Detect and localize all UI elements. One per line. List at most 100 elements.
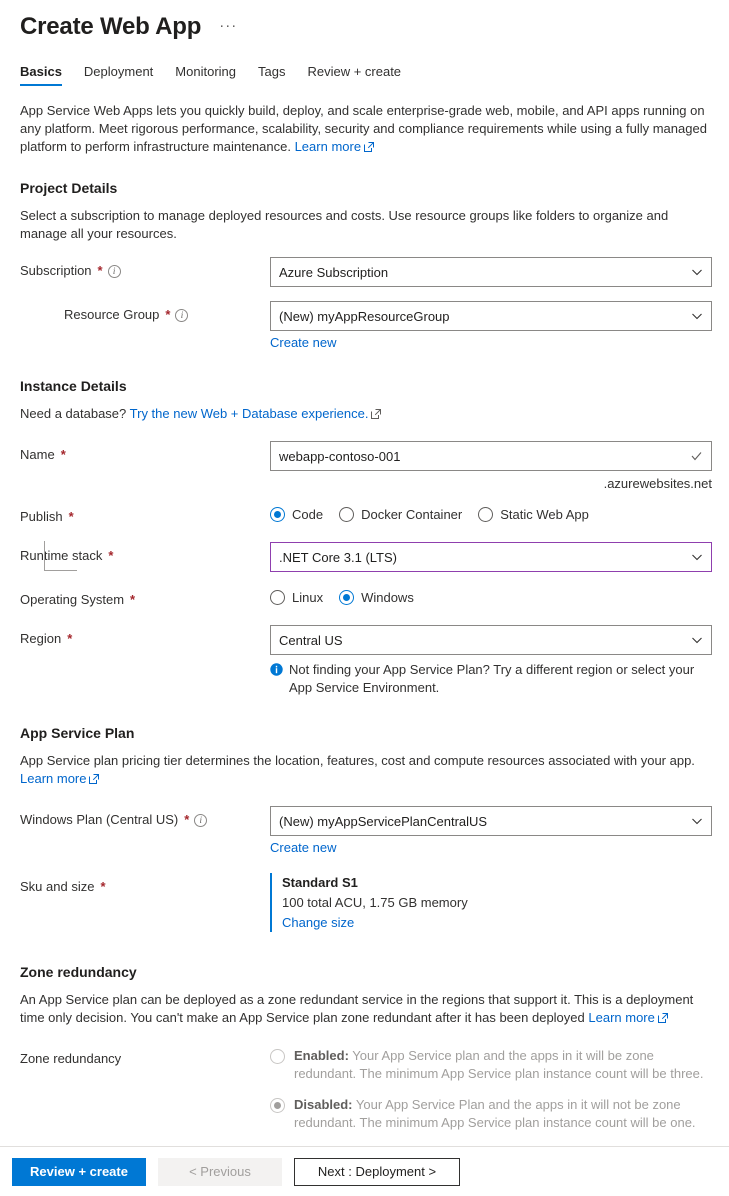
sku-and-size-field: Standard S1 100 total ACU, 1.75 GB memor…: [270, 873, 709, 932]
windows-plan-select[interactable]: (New) myAppServicePlanCentralUS: [270, 806, 712, 836]
app-service-plan-description: App Service plan pricing tier determines…: [20, 752, 709, 788]
publish-radio-group: Code Docker Container Static Web App: [270, 503, 709, 522]
subscription-row: Subscription* i Azure Subscription: [20, 257, 709, 287]
operating-system-field: Linux Windows: [270, 586, 709, 605]
info-icon[interactable]: i: [194, 814, 207, 827]
required-marker: *: [184, 809, 189, 831]
publish-option-label: Docker Container: [361, 507, 462, 522]
chevron-down-icon: [691, 310, 703, 322]
subscription-select[interactable]: Azure Subscription: [270, 257, 712, 287]
region-info-message: Not finding your App Service Plan? Try a…: [270, 661, 712, 697]
runtime-stack-value: .NET Core 3.1 (LTS): [279, 550, 691, 565]
radio-icon: [270, 507, 285, 522]
project-details-description: Select a subscription to manage deployed…: [20, 207, 709, 243]
chevron-down-icon: [691, 266, 703, 278]
sku-title: Standard S1: [282, 873, 709, 892]
external-link-icon: [371, 409, 381, 419]
zone-redundancy-option-name: Disabled:: [294, 1097, 353, 1112]
subscription-label-text: Subscription: [20, 260, 92, 282]
sku-details: 100 total ACU, 1.75 GB memory: [282, 893, 709, 912]
required-marker: *: [67, 628, 72, 650]
region-row: Region* Central US Not finding your App …: [20, 625, 709, 697]
tab-basics[interactable]: Basics: [20, 64, 62, 86]
name-label-text: Name: [20, 444, 55, 466]
resource-group-select[interactable]: (New) myAppResourceGroup: [270, 301, 712, 331]
zone-redundancy-heading: Zone redundancy: [20, 962, 709, 982]
more-options-icon[interactable]: ···: [215, 16, 241, 36]
tab-monitoring[interactable]: Monitoring: [175, 64, 236, 86]
radio-icon: [478, 507, 493, 522]
database-prompt-text: Need a database?: [20, 406, 126, 421]
name-label: Name*: [20, 441, 270, 466]
sku-and-size-label: Sku and size*: [20, 873, 270, 898]
required-marker: *: [69, 506, 74, 528]
page-header: Create Web App ···: [0, 0, 729, 42]
zone-redundancy-radio-group: Enabled: Your App Service plan and the a…: [270, 1045, 709, 1132]
app-name-input[interactable]: webapp-contoso-001: [270, 441, 712, 471]
form-content: App Service Web Apps lets you quickly bu…: [0, 102, 729, 1132]
zone-redundancy-option-name: Enabled:: [294, 1048, 349, 1063]
review-create-button[interactable]: Review + create: [12, 1158, 146, 1186]
page-title: Create Web App: [20, 12, 201, 42]
chevron-down-icon: [691, 551, 703, 563]
operating-system-label: Operating System *: [20, 586, 270, 611]
radio-icon: [270, 1098, 285, 1113]
radio-icon: [339, 507, 354, 522]
tab-review-create[interactable]: Review + create: [307, 64, 401, 86]
app-service-plan-description-text: App Service plan pricing tier determines…: [20, 753, 695, 768]
subscription-label: Subscription* i: [20, 257, 270, 282]
resource-group-label-text: Resource Group: [64, 304, 159, 326]
publish-option-docker-container[interactable]: Docker Container: [339, 507, 462, 522]
name-row: Name* webapp-contoso-001 .azurewebsites.…: [20, 441, 709, 491]
chevron-down-icon: [691, 634, 703, 646]
web-database-experience-link[interactable]: Try the new Web + Database experience.: [130, 406, 369, 421]
footer-bar: Review + create < Previous Next : Deploy…: [0, 1146, 729, 1196]
os-option-windows[interactable]: Windows: [339, 590, 414, 605]
zone-redundancy-learn-more-link[interactable]: Learn more: [588, 1010, 654, 1025]
region-field: Central US Not finding your App Service …: [270, 625, 709, 697]
external-link-icon: [658, 1013, 668, 1023]
os-option-linux[interactable]: Linux: [270, 590, 323, 605]
validation-check-icon: [690, 450, 703, 463]
operating-system-radio-group: Linux Windows: [270, 586, 709, 605]
tab-deployment[interactable]: Deployment: [84, 64, 153, 86]
required-marker: *: [130, 589, 135, 611]
sku-and-size-row: Sku and size* Standard S1 100 total ACU,…: [20, 873, 709, 932]
app-service-plan-learn-more-link[interactable]: Learn more: [20, 771, 86, 786]
intro-learn-more-link[interactable]: Learn more: [295, 139, 361, 154]
publish-label: Publish *: [20, 503, 270, 528]
radio-icon: [270, 590, 285, 605]
app-name-value: webapp-contoso-001: [279, 449, 690, 464]
publish-option-label: Code: [292, 507, 323, 522]
resource-group-label: Resource Group* i: [20, 301, 270, 326]
resource-group-create-new-link[interactable]: Create new: [270, 335, 336, 350]
region-select[interactable]: Central US: [270, 625, 712, 655]
external-link-icon: [364, 142, 374, 152]
resource-group-row: Resource Group* i (New) myAppResourceGro…: [20, 301, 709, 350]
runtime-stack-select[interactable]: .NET Core 3.1 (LTS): [270, 542, 712, 572]
tab-tags[interactable]: Tags: [258, 64, 285, 86]
next-deployment-button[interactable]: Next : Deployment >: [294, 1158, 460, 1186]
publish-option-static-web-app[interactable]: Static Web App: [478, 507, 589, 522]
publish-option-code[interactable]: Code: [270, 507, 323, 522]
info-icon[interactable]: i: [175, 309, 188, 322]
windows-plan-field: (New) myAppServicePlanCentralUS Create n…: [270, 806, 709, 855]
tree-connector-line: [44, 541, 77, 571]
publish-row: Publish * Code Docker Container Static We…: [20, 503, 709, 528]
info-icon[interactable]: i: [108, 265, 121, 278]
operating-system-label-text: Operating System: [20, 589, 124, 611]
zone-redundancy-description: An App Service plan can be deployed as a…: [20, 991, 709, 1027]
radio-icon: [270, 1049, 285, 1064]
windows-plan-create-new-link[interactable]: Create new: [270, 840, 336, 855]
sku-summary-block: Standard S1 100 total ACU, 1.75 GB memor…: [270, 873, 709, 932]
change-size-link[interactable]: Change size: [282, 915, 354, 930]
zone-redundancy-option-enabled[interactable]: Enabled: Your App Service plan and the a…: [270, 1047, 709, 1083]
runtime-stack-field: .NET Core 3.1 (LTS): [270, 542, 709, 572]
sku-and-size-label-text: Sku and size: [20, 876, 94, 898]
windows-plan-value: (New) myAppServicePlanCentralUS: [279, 814, 691, 829]
region-info-text: Not finding your App Service Plan? Try a…: [289, 661, 712, 697]
tab-bar: Basics Deployment Monitoring Tags Review…: [0, 42, 729, 86]
windows-plan-label: Windows Plan (Central US)* i: [20, 806, 270, 831]
zone-redundancy-option-disabled[interactable]: Disabled: Your App Service Plan and the …: [270, 1096, 709, 1132]
publish-label-text: Publish: [20, 506, 63, 528]
